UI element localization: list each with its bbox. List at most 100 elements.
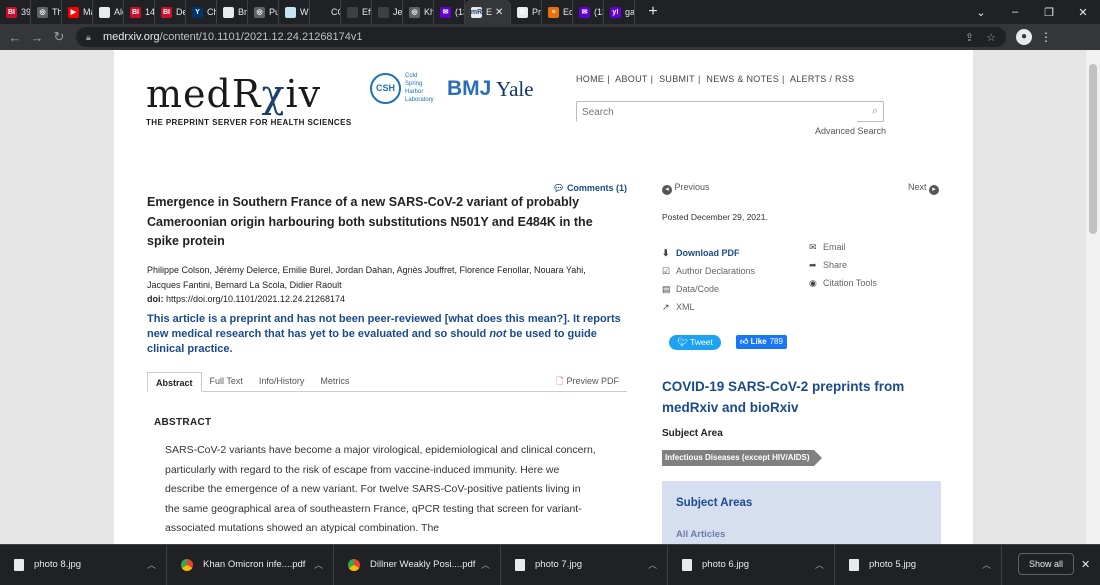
close-window-button[interactable]: ✕ <box>1066 6 1100 19</box>
vertical-scrollbar[interactable] <box>1086 50 1100 544</box>
nav-news-notes[interactable]: NEWS & NOTES <box>706 74 779 84</box>
download-item[interactable]: photo 6.jpg ︿ <box>668 544 835 585</box>
tab-2[interactable]: ▶ Mas <box>62 0 93 24</box>
chevron-up-icon[interactable]: ︿ <box>815 558 824 571</box>
browser-tab-strip: BI 39 S ◎ The ▶ Mas Alex BI 141 BI Dea Y Chil Broa ◎ Pu… <box>0 0 1100 24</box>
forward-button[interactable]: → <box>26 30 48 45</box>
close-icon[interactable]: ✕ <box>1081 558 1090 571</box>
chevron-up-icon[interactable]: ︿ <box>481 558 490 571</box>
download-pdf-link[interactable]: ⬇ Download PDF <box>662 244 755 262</box>
chrome-icon <box>348 558 360 571</box>
page-icon <box>223 6 234 18</box>
tab-full-text[interactable]: Full Text <box>202 371 251 391</box>
chevron-up-icon[interactable]: ︿ <box>147 558 156 571</box>
all-articles-link[interactable]: All Articles <box>676 529 725 540</box>
tab-12[interactable]: Jeffr <box>372 0 403 24</box>
bmj-logo[interactable]: BMJ <box>447 77 491 101</box>
like-label: Like <box>750 337 767 346</box>
email-label: Email <box>823 242 846 252</box>
xml-link[interactable]: ↗ XML <box>662 298 755 316</box>
tab-7[interactable]: Broa <box>217 0 248 24</box>
share-page-icon[interactable]: ⇪ <box>965 31 974 44</box>
tab-active[interactable]: mR E ✕ <box>465 0 511 24</box>
medrxiv-logo[interactable]: medRχiv THE PREPRINT SERVER FOR HEALTH S… <box>146 72 352 127</box>
nav-about[interactable]: ABOUT <box>615 74 648 84</box>
new-tab-button[interactable]: + <box>641 3 665 21</box>
download-item[interactable]: Dillner Weakly Posi....pdf ︿ <box>334 544 501 585</box>
tab-3[interactable]: Alex <box>93 0 124 24</box>
facebook-like-button[interactable]: 👍︎ Like 789 <box>736 335 787 349</box>
tab-after-0[interactable]: B Pre- <box>511 0 542 24</box>
download-item[interactable]: photo 5.jpg ︿ <box>835 544 1002 585</box>
yale-logo[interactable]: Yale <box>496 77 534 102</box>
address-bar[interactable]: 🔒︎ medrxiv.org/content/10.1101/2021.12.2… <box>76 27 1006 47</box>
tab-preview-pdf[interactable]: 🗋︎ Preview PDF <box>548 371 627 391</box>
nav-home[interactable]: HOME <box>576 74 604 84</box>
share-icon: ➦ <box>809 260 817 270</box>
browser-menu-icon[interactable]: ⋮ <box>1040 30 1052 44</box>
tab-1[interactable]: ◎ The <box>31 0 62 24</box>
download-filename: Dillner Weakly Posi....pdf <box>370 559 476 570</box>
minimize-button[interactable]: – <box>998 6 1032 18</box>
tab-4[interactable]: BI 141 <box>124 0 155 24</box>
tab-abstract[interactable]: Abstract <box>147 372 202 392</box>
search-icon[interactable]: ⌕ <box>872 105 878 118</box>
tab-10[interactable]: COV <box>310 0 341 24</box>
show-all-downloads-button[interactable]: Show all <box>1018 553 1075 575</box>
csh-logo[interactable]: CSH Cold Spring Harbor Laboratory <box>370 72 434 104</box>
chevron-up-icon[interactable]: ︿ <box>648 558 657 571</box>
tab-11[interactable]: Effe <box>341 0 372 24</box>
doi-label: doi: <box>147 294 164 304</box>
preprint-notice: This article is a preprint and has not b… <box>147 312 632 357</box>
doc-icon <box>285 6 296 18</box>
covid-preprints-link[interactable]: COVID-19 SARS-CoV-2 preprints from medRx… <box>662 376 922 418</box>
close-tab-icon[interactable]: ✕ <box>495 7 503 18</box>
tab-9[interactable]: Whe <box>279 0 310 24</box>
citation-tools-link[interactable]: ◉ Citation Tools <box>809 274 877 292</box>
download-item[interactable]: photo 7.jpg ︿ <box>501 544 668 585</box>
data-code-link[interactable]: ▤ Data/Code <box>662 280 755 298</box>
next-link[interactable]: Next ▸ <box>908 182 940 195</box>
tab-after-2[interactable]: ✉ (13, <box>573 0 604 24</box>
tab-6[interactable]: Y Chil <box>186 0 217 24</box>
csh-line-4: Laboratory <box>405 97 434 103</box>
tab-after-3[interactable]: y! gab <box>604 0 635 24</box>
tab-label: gab <box>625 7 634 17</box>
tab-13[interactable]: ◎ Khar <box>403 0 434 24</box>
tab-5[interactable]: BI Dea <box>155 0 186 24</box>
tab-after-1[interactable]: ≡ Edit <box>542 0 573 24</box>
doi-link[interactable]: https://doi.org/10.1101/2021.12.24.21268… <box>166 294 345 304</box>
tab-info-history[interactable]: Info/History <box>251 371 313 391</box>
scrollbar-thumb[interactable] <box>1089 64 1097 234</box>
author-declarations-link[interactable]: ☑ Author Declarations <box>662 262 755 280</box>
download-item[interactable]: photo 8.jpg ︿ <box>0 544 167 585</box>
email-link[interactable]: ✉ Email <box>809 238 877 256</box>
tweet-button[interactable]: 🐦︎ Tweet <box>669 335 721 350</box>
nav-submit[interactable]: SUBMIT <box>659 74 695 84</box>
download-filename: photo 5.jpg <box>869 559 917 570</box>
tab-8[interactable]: ◎ Publ <box>248 0 279 24</box>
bookmark-star-icon[interactable]: ☆ <box>986 31 996 44</box>
restore-button[interactable]: ❐ <box>1032 6 1066 19</box>
subject-areas-panel: Subject Areas All Articles <box>662 481 941 544</box>
tab-search-icon[interactable]: ⌄ <box>964 6 998 19</box>
back-button[interactable]: ← <box>4 30 26 45</box>
tab-metrics[interactable]: Metrics <box>312 371 357 391</box>
download-item[interactable]: Khan Omicron infe....pdf ︿ <box>167 544 334 585</box>
subject-tag[interactable]: Infectious Diseases (except HIV/AIDS) <box>662 450 821 466</box>
reload-button[interactable]: ↻ <box>48 29 70 45</box>
tab-14[interactable]: ✉ (13, <box>434 0 465 24</box>
profile-avatar[interactable]: ● <box>1016 29 1032 45</box>
nav-alerts-rss[interactable]: ALERTS / RSS <box>790 74 854 84</box>
download-filename: photo 7.jpg <box>535 559 583 570</box>
like-count: 789 <box>769 337 783 346</box>
search-input[interactable] <box>577 103 857 122</box>
tab-0[interactable]: BI 39 S <box>0 0 31 24</box>
advanced-search-link[interactable]: Advanced Search <box>815 126 886 136</box>
tab-label: E <box>486 7 493 17</box>
mail-icon: ✉ <box>579 6 590 18</box>
chevron-up-icon[interactable]: ︿ <box>982 558 991 571</box>
share-link[interactable]: ➦ Share <box>809 256 877 274</box>
chevron-up-icon[interactable]: ︿ <box>314 558 323 571</box>
previous-link[interactable]: ◂ Previous <box>662 182 710 195</box>
